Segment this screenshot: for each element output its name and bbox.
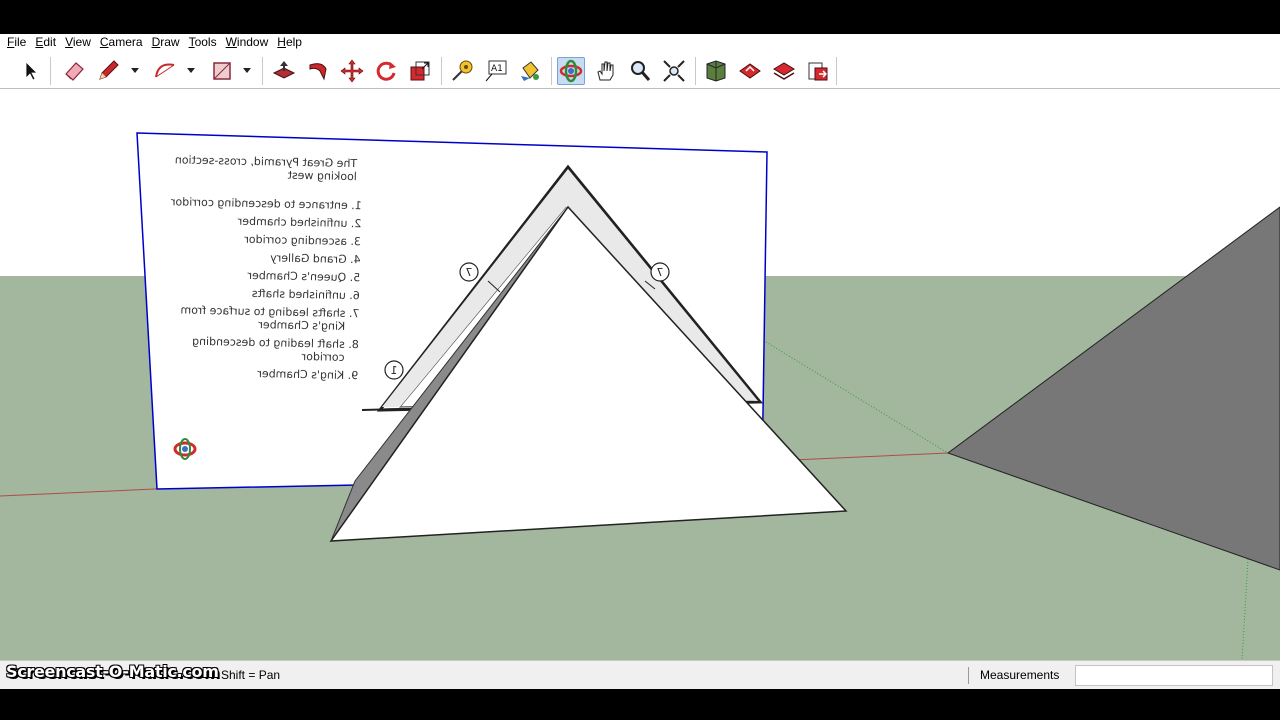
- get-models-icon: [773, 62, 795, 80]
- text-a1-icon: A1: [485, 60, 507, 82]
- hand-icon: [597, 61, 614, 81]
- scale-icon: [410, 61, 430, 81]
- measurements-input[interactable]: [1075, 665, 1273, 686]
- toolbar-separator: [836, 57, 837, 85]
- screencast-watermark: Screencast-O-Matic.com: [6, 662, 219, 681]
- rectangle-icon: [213, 62, 231, 80]
- pencil-tool[interactable]: [94, 57, 122, 85]
- toolbar-separator: [50, 57, 51, 85]
- eraser-icon: [65, 62, 84, 81]
- callout-7-left: 7: [459, 262, 479, 282]
- zoom-extents-tool[interactable]: [660, 57, 688, 85]
- share-model-icon: [739, 63, 761, 79]
- push-pull-icon: [272, 61, 296, 79]
- pan-tool[interactable]: [592, 57, 620, 85]
- svg-text:7: 7: [466, 266, 473, 279]
- share-model-tool[interactable]: [736, 57, 764, 85]
- arrow-cursor-icon: [25, 61, 38, 81]
- menu-view[interactable]: View: [60, 35, 95, 50]
- magnifier-icon: [631, 61, 651, 81]
- callout-7-right: 7: [650, 262, 670, 282]
- legend-item: 5. Queen's Chamber: [247, 268, 361, 285]
- legend-list: 1. entrance to descending corridor 2. un…: [148, 195, 362, 382]
- chevron-down-icon[interactable]: [242, 65, 252, 75]
- status-hint: Shift = Pan: [221, 668, 281, 682]
- push-pull-tool[interactable]: [270, 57, 298, 85]
- follow-me-icon: [309, 63, 327, 81]
- menu-draw[interactable]: Draw: [147, 35, 184, 50]
- paint-bucket-tool[interactable]: [516, 57, 544, 85]
- menu-camera[interactable]: Camera: [95, 35, 147, 50]
- move-tool[interactable]: [338, 57, 366, 85]
- toolbar-separator: [551, 57, 552, 85]
- toolbar-separator: [262, 57, 263, 85]
- follow-me-tool[interactable]: [304, 57, 332, 85]
- zoom-extents-icon: [663, 60, 685, 82]
- chevron-down-icon[interactable]: [186, 65, 196, 75]
- paint-bucket-icon: [521, 61, 539, 81]
- move-arrows-icon: [340, 59, 364, 83]
- rectangle-tool[interactable]: [208, 57, 236, 85]
- send-to-layout-tool[interactable]: [804, 57, 832, 85]
- legend-item: 3. ascending corridor: [244, 232, 362, 249]
- callout-1: 1: [384, 360, 404, 380]
- orbit-icon: [559, 59, 583, 83]
- svg-text:A1: A1: [491, 64, 503, 74]
- rotate-icon: [376, 61, 396, 81]
- menu-bar: File Edit View Camera Draw Tools Window …: [0, 34, 1280, 51]
- legend-item: 7. shafts leading to surface from King's…: [180, 303, 360, 334]
- toolbar-separator: [695, 57, 696, 85]
- legend-title: The Great Pyramid, cross-section looking…: [152, 153, 358, 184]
- letterbox-bottom: [0, 689, 1280, 720]
- menu-edit[interactable]: Edit: [30, 35, 60, 50]
- rotate-tool[interactable]: [372, 57, 400, 85]
- menu-help[interactable]: Help: [272, 35, 306, 50]
- scale-tool[interactable]: [406, 57, 434, 85]
- legend-item: 6. unfinished shafts: [251, 286, 361, 303]
- arc-tool[interactable]: [151, 57, 179, 85]
- modeling-viewport[interactable]: 7 7 1 The Great Pyramid, cross-section l…: [0, 89, 1280, 660]
- legend-item: 2. unfinished chamber: [237, 214, 362, 231]
- eraser-tool[interactable]: [60, 57, 88, 85]
- tape-measure-tool[interactable]: [448, 57, 476, 85]
- menu-window[interactable]: Window: [221, 35, 273, 50]
- menu-tools[interactable]: Tools: [184, 35, 221, 50]
- zoom-tool[interactable]: [626, 57, 654, 85]
- menu-file[interactable]: File: [2, 35, 30, 50]
- svg-text:7: 7: [657, 266, 664, 279]
- 3d-warehouse-tool[interactable]: [702, 57, 730, 85]
- warehouse-icon: [706, 60, 726, 82]
- sketchup-window: File Edit View Camera Draw Tools Window …: [0, 0, 1280, 720]
- pencil-icon: [99, 60, 119, 80]
- legend-title-text: The Great Pyramid, cross-section looking…: [174, 153, 358, 184]
- svg-text:1: 1: [391, 364, 398, 377]
- status-separator: [968, 667, 969, 684]
- toolbar-separator: [441, 57, 442, 85]
- legend-item: 4. Grand Gallery: [270, 251, 361, 267]
- legend-item: 8. shaft leading to descending corridor: [191, 334, 359, 365]
- select-tool[interactable]: [17, 57, 45, 85]
- chevron-down-icon[interactable]: [130, 65, 140, 75]
- get-models-tool[interactable]: [770, 57, 798, 85]
- main-toolbar: A1: [0, 51, 1280, 89]
- arc-icon: [155, 63, 175, 78]
- tape-measure-icon: [452, 60, 473, 81]
- orbit-tool[interactable]: [557, 57, 585, 85]
- text-tool[interactable]: A1: [482, 57, 510, 85]
- layout-icon: [808, 62, 828, 81]
- measurements-label: Measurements: [980, 668, 1060, 682]
